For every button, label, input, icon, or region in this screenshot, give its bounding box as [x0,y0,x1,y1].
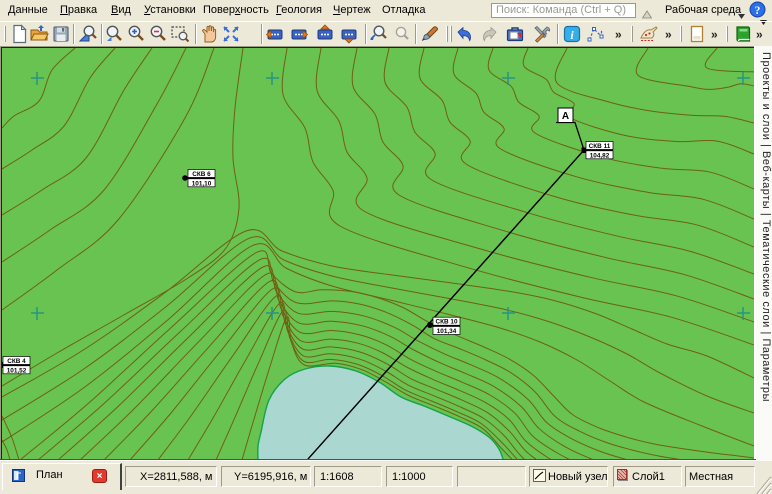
svg-text:»: » [711,28,718,42]
svg-text:СКВ 4: СКВ 4 [7,358,26,365]
svg-text:»: » [615,28,622,42]
svg-text:101,10: 101,10 [192,180,212,187]
svg-text:Г: Г [16,471,21,481]
svg-text:СКВ 6: СКВ 6 [192,171,211,178]
svg-text:А: А [562,111,569,122]
svg-text:104,82: 104,82 [590,152,610,159]
svg-text:СКВ 11: СКВ 11 [589,143,611,150]
svg-text:»: » [756,28,763,42]
svg-text:»: » [665,28,672,42]
svg-text:СКВ 10: СКВ 10 [435,319,457,326]
svg-text:101,34: 101,34 [437,328,457,335]
svg-text:101,52: 101,52 [7,367,27,374]
